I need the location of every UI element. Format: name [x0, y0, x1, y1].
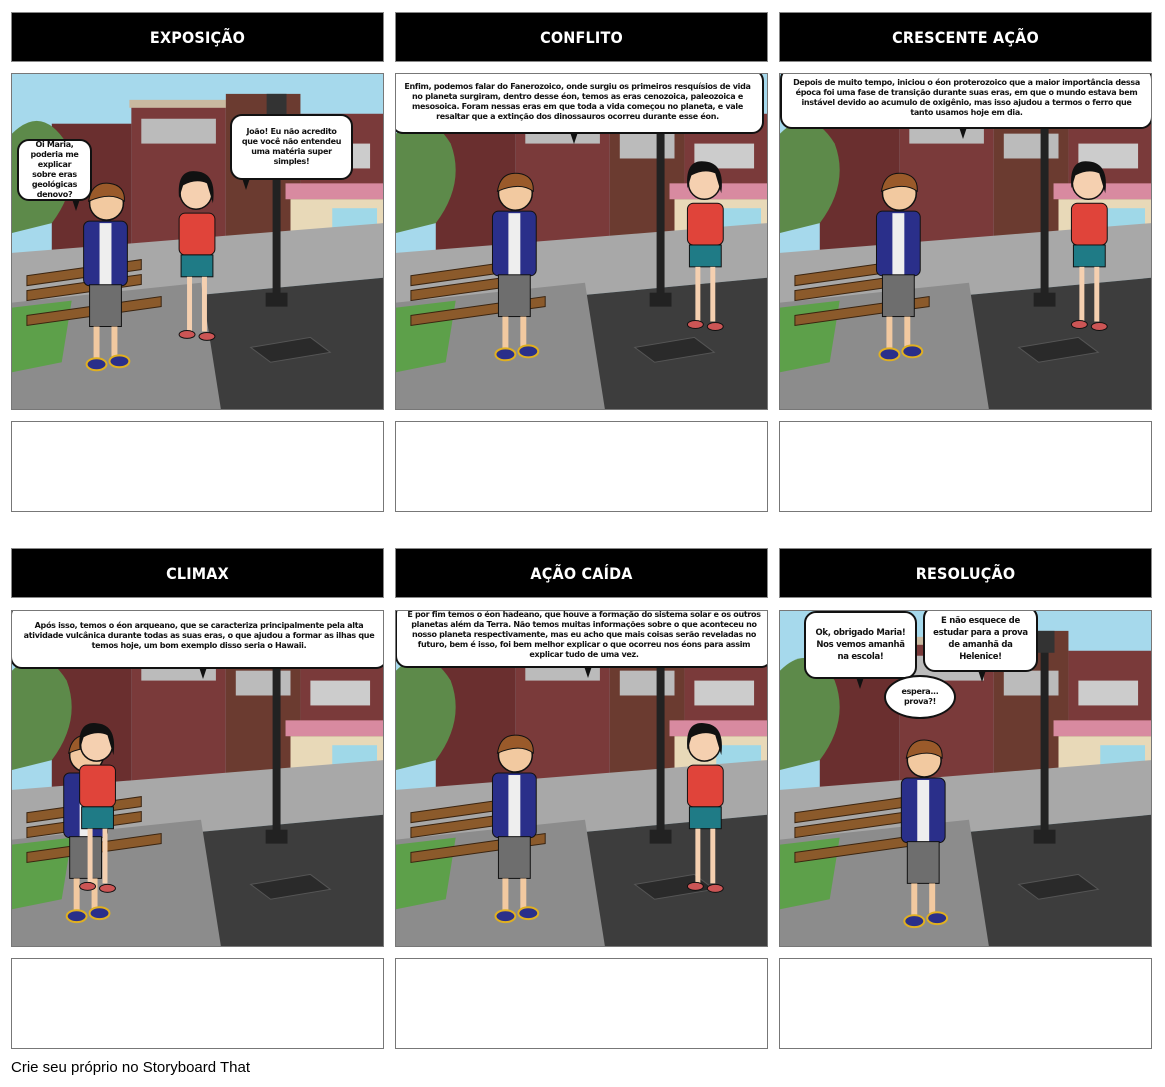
speech-bubble: João! Eu não acredito que você não enten… [230, 114, 353, 190]
thought-bubble: espera... prova?! [884, 675, 956, 719]
panel-title: CRESCENTE AÇÃO [779, 12, 1152, 62]
panel-caption-box[interactable] [11, 958, 384, 1049]
speech-bubble: Enfim, podemos falar do Fanerozoico, ond… [396, 74, 764, 144]
panel-title: RESOLUÇÃO [779, 548, 1152, 598]
panel-title: AÇÃO CAÍDA [395, 548, 768, 598]
speech-bubble: E não esquece de estudar para a prova de… [923, 611, 1038, 682]
panel-title: CONFLITO [395, 12, 768, 62]
panel-title: CLIMAX [11, 548, 384, 598]
speech-bubble: E por fim temos o éon hadeano, que houve… [396, 611, 767, 678]
panel-scene: E por fim temos o éon hadeano, que houve… [395, 610, 768, 947]
footer-link[interactable]: Crie seu próprio no Storyboard That [11, 1059, 250, 1076]
panel-scene: Enfim, podemos falar do Fanerozoico, ond… [395, 73, 768, 410]
panel-scene: Ok, obrigado Maria! Nos vemos amanhã na … [779, 610, 1152, 947]
panel-scene: Depois de muito tempo, iniciou o éon pro… [779, 73, 1152, 410]
panel-scene: Oi Maria, poderia me explicar sobre eras… [11, 73, 384, 410]
panel-scene: Após isso, temos o éon arqueano, que se … [11, 610, 384, 947]
speech-bubble: Ok, obrigado Maria! Nos vemos amanhã na … [804, 611, 917, 689]
panel-caption-box[interactable] [395, 958, 768, 1049]
speech-bubble: Oi Maria, poderia me explicar sobre eras… [17, 139, 92, 211]
panel-caption-box[interactable] [395, 421, 768, 512]
panel-caption-box[interactable] [11, 421, 384, 512]
speech-bubble: Depois de muito tempo, iniciou o éon pro… [780, 74, 1151, 139]
panel-caption-box[interactable] [779, 421, 1152, 512]
panel-caption-box[interactable] [779, 958, 1152, 1049]
panel-title: EXPOSIÇÃO [11, 12, 384, 62]
speech-bubble: Após isso, temos o éon arqueano, que se … [12, 611, 383, 679]
